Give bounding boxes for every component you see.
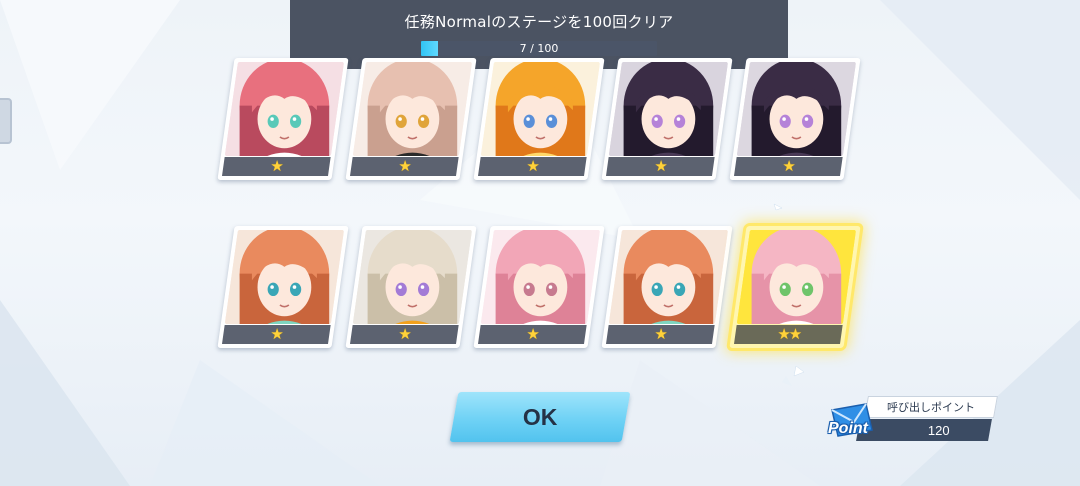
character-portrait [224, 230, 345, 324]
rarity-star-icon: ★ [526, 157, 539, 175]
rarity-bar: ★ [349, 325, 459, 344]
rarity-star-icon: ★ [398, 157, 411, 175]
rarity-star-icon: ★ [654, 325, 667, 343]
character-portrait [736, 62, 857, 156]
rarity-bar: ★ [477, 325, 587, 344]
character-portrait [480, 230, 601, 324]
rarity-star-icon: ★ [526, 325, 539, 343]
call-points-value: 120 [928, 422, 950, 438]
character-card[interactable]: ★ [345, 58, 477, 180]
character-card[interactable]: ★ [601, 58, 733, 180]
rarity-bar: ★ [733, 157, 843, 176]
ok-button[interactable]: OK [449, 392, 631, 442]
rarity-star-icon: ★ [270, 157, 283, 175]
rarity-star-icon: ★ [270, 325, 283, 343]
ok-button-label: OK [522, 403, 558, 430]
character-card[interactable]: ★ [217, 58, 349, 180]
character-card[interactable]: ★ [473, 58, 605, 180]
rarity-bar: ★ [605, 325, 715, 344]
character-card[interactable]: ★ [345, 226, 477, 348]
character-card[interactable]: ★ [729, 58, 861, 180]
character-card[interactable]: ★ [473, 226, 605, 348]
character-portrait [608, 230, 729, 324]
rarity-bar: ★ [477, 157, 587, 176]
point-icon-text: Point [828, 420, 868, 437]
rarity-bar: ★ [221, 157, 331, 176]
character-portrait [224, 62, 345, 156]
rarity-star-icon: ★ [654, 157, 667, 175]
call-points-label: 呼び出しポイント [887, 401, 975, 414]
character-portrait [480, 62, 601, 156]
character-card[interactable]: ★ [217, 226, 349, 348]
rarity-bar: ★ [605, 157, 715, 176]
character-portrait [352, 230, 473, 324]
rarity-bar: ★ [221, 325, 331, 344]
character-portrait [608, 62, 729, 156]
character-card[interactable]: ★ [601, 226, 733, 348]
rarity-star-icon: ★ [398, 325, 411, 343]
call-points-label-box: 呼び出しポイント [864, 396, 998, 418]
character-portrait [352, 62, 473, 156]
rarity-star-icon: ★ [782, 157, 795, 175]
rarity-bar: ★ [349, 157, 459, 176]
sparkle-decoration [773, 203, 805, 386]
call-points-widget: 呼び出しポイント 120 Point [826, 396, 998, 446]
